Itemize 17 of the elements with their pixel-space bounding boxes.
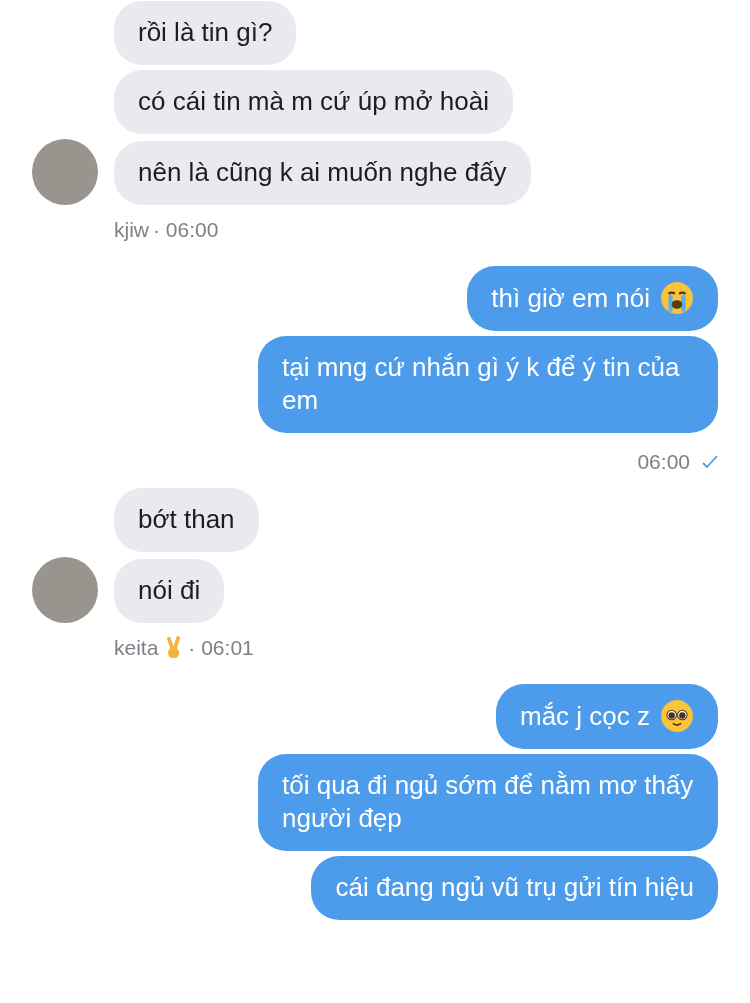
message-time: · 06:01 bbox=[188, 636, 254, 660]
message-text: tối qua đi ngủ sớm để nằm mơ thấy người đẹp bbox=[282, 769, 694, 835]
message-text: rồi là tin gì? bbox=[138, 16, 273, 49]
sender-name: kjiw bbox=[114, 218, 149, 242]
message-text: bớt than bbox=[138, 503, 235, 536]
pleading-face-icon bbox=[660, 699, 694, 733]
message-text: nên là cũng k ai muốn nghe đấy bbox=[138, 156, 507, 189]
sender-name: keita bbox=[114, 636, 159, 660]
message-time: · 06:00 bbox=[153, 218, 219, 242]
message-time: 06:00 bbox=[637, 450, 690, 474]
message-text: mắc j cọc z bbox=[519, 699, 650, 733]
message-text: có cái tin mà m cứ úp mở hoài bbox=[138, 85, 489, 118]
message-text: cái đang ngủ vũ trụ gửi tín hiệu bbox=[335, 871, 694, 904]
message-text: thì giờ em nói bbox=[491, 281, 650, 315]
message-text: tại mng cứ nhắn gì ý k để ý tin của em bbox=[282, 351, 681, 417]
crying-face-icon bbox=[660, 281, 694, 315]
message-text: nói đi bbox=[138, 574, 201, 607]
